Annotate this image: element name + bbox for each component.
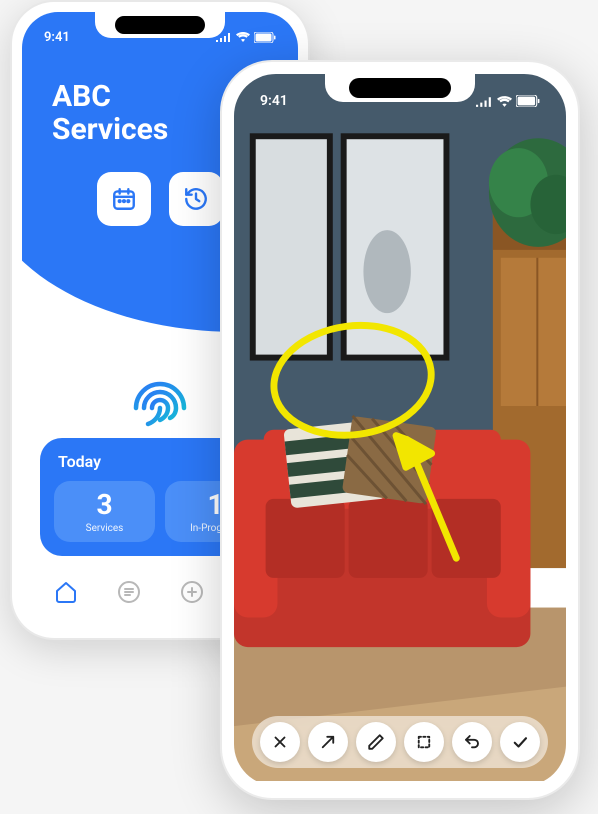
wifi-icon	[497, 96, 512, 107]
annotation-toolbar	[252, 716, 548, 768]
header-buttons	[97, 172, 223, 226]
app-title-line1: ABC	[52, 80, 168, 113]
phone-notch	[95, 12, 225, 38]
phone-notch	[325, 74, 475, 102]
wifi-icon	[236, 32, 250, 42]
crop-icon	[415, 733, 433, 751]
app-title: ABC Services	[52, 80, 168, 146]
app-title-line2: Services	[52, 113, 168, 146]
today-card-services[interactable]: 3 Services	[54, 481, 155, 542]
close-button[interactable]	[260, 722, 300, 762]
cellular-icon	[476, 96, 493, 107]
phone-annotation-screen: 9:41 Issue Here	[220, 60, 580, 800]
pencil-icon	[367, 733, 385, 751]
nav-list[interactable]	[111, 574, 147, 610]
undo-icon	[463, 733, 481, 751]
calendar-icon	[111, 186, 137, 212]
status-time: 9:41	[44, 30, 70, 45]
calendar-button[interactable]	[97, 172, 151, 226]
pencil-tool-button[interactable]	[356, 722, 396, 762]
services-count: 3	[62, 491, 147, 519]
room-photo	[234, 74, 566, 781]
nav-home[interactable]	[48, 574, 84, 610]
add-icon	[180, 580, 204, 604]
arrow-tool-button[interactable]	[308, 722, 348, 762]
status-time: 9:41	[260, 93, 288, 109]
nav-add[interactable]	[174, 574, 210, 610]
status-indicators	[216, 32, 276, 43]
fingerprint-logo	[124, 372, 196, 448]
close-icon	[271, 733, 289, 751]
check-icon	[511, 733, 529, 751]
list-icon	[117, 580, 141, 604]
arrow-icon	[319, 733, 337, 751]
confirm-button[interactable]	[500, 722, 540, 762]
status-indicators	[476, 95, 540, 107]
services-label: Services	[62, 523, 147, 534]
crop-tool-button[interactable]	[404, 722, 444, 762]
undo-button[interactable]	[452, 722, 492, 762]
home-icon	[54, 580, 78, 604]
history-icon	[183, 186, 209, 212]
battery-icon	[254, 32, 276, 43]
battery-icon	[516, 95, 540, 107]
phone2-screen: 9:41 Issue Here	[234, 74, 566, 786]
history-button[interactable]	[169, 172, 223, 226]
